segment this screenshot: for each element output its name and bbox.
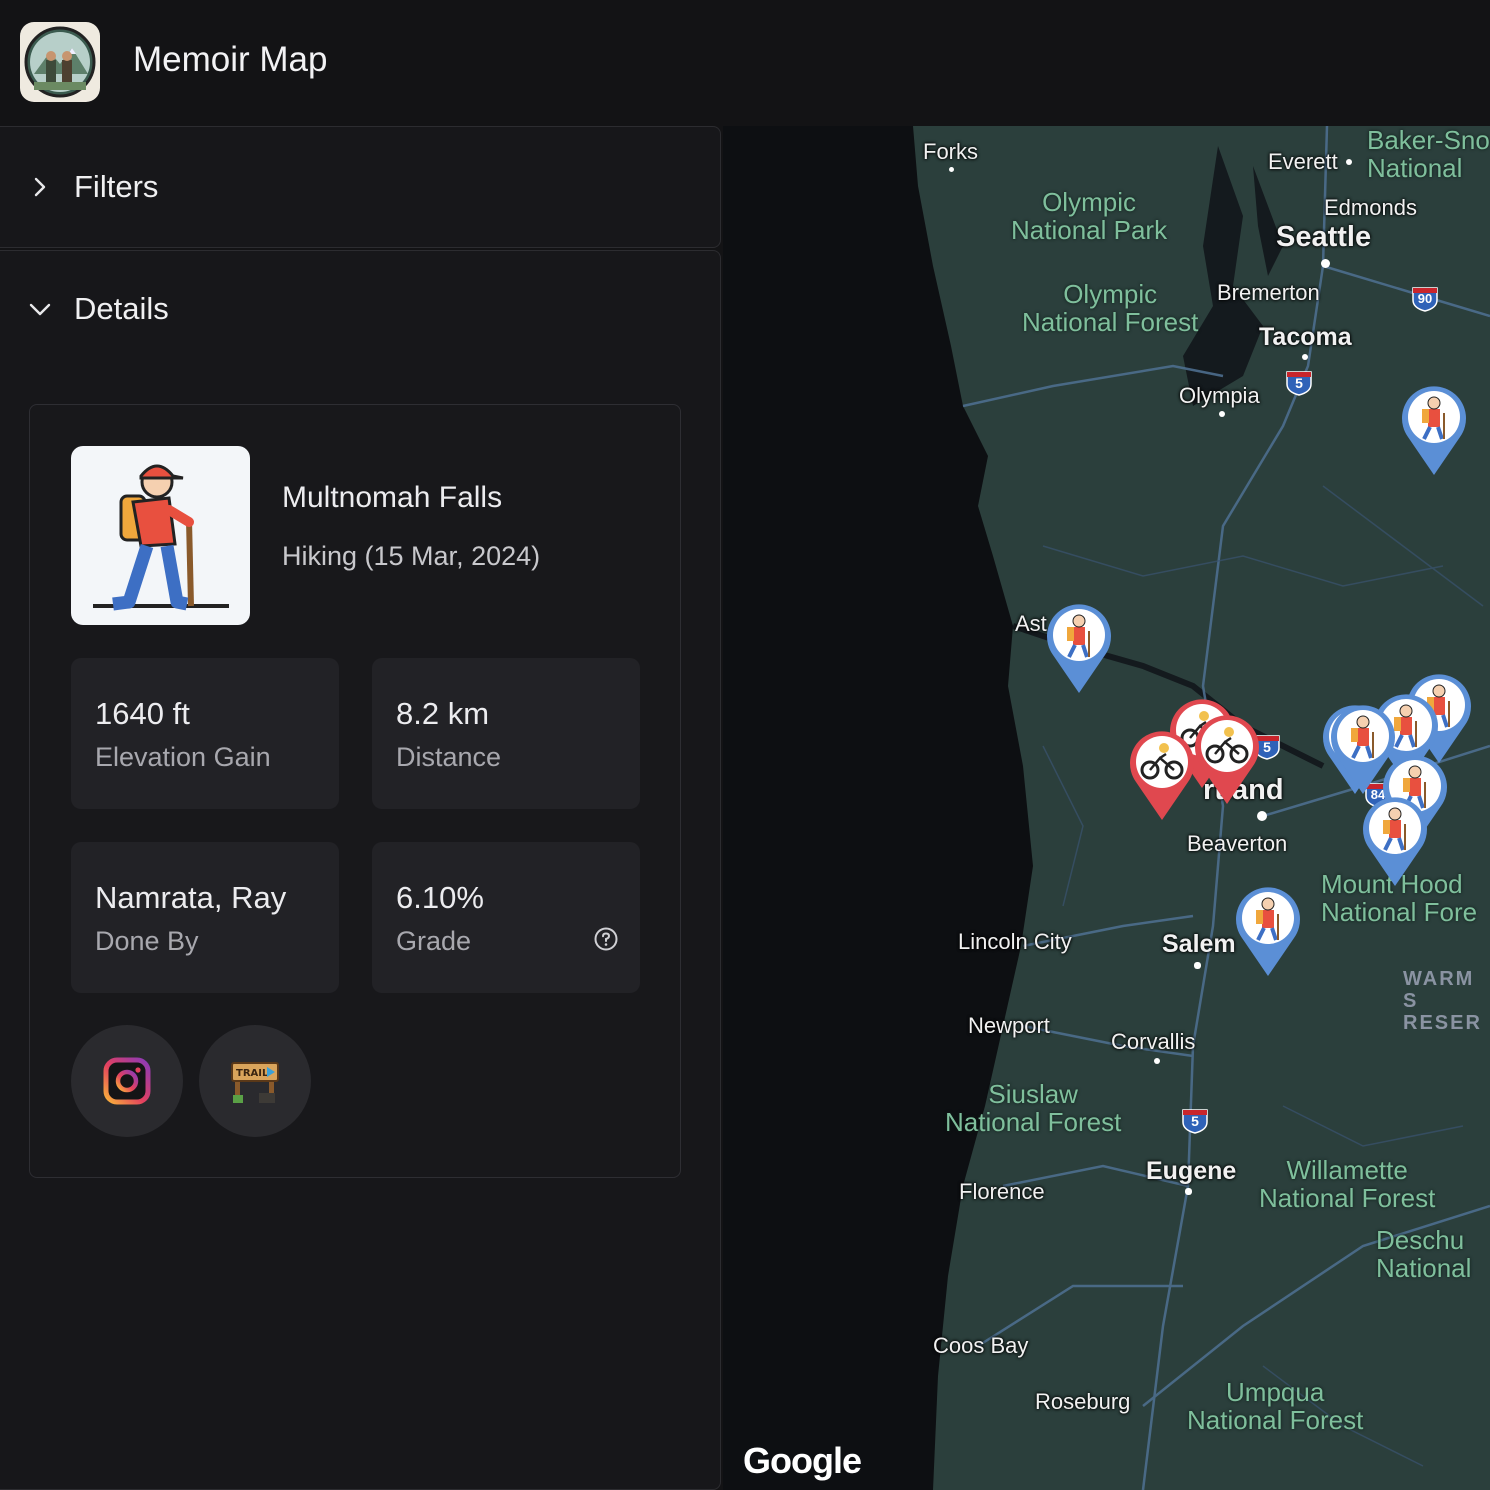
highway-number: 90 <box>1417 291 1433 306</box>
place-florence: Florence <box>959 1179 1045 1204</box>
instagram-icon <box>103 1057 151 1105</box>
place-coos-bay: Coos Bay <box>933 1333 1029 1358</box>
place-salem: Salem <box>1162 930 1236 958</box>
park-label-text: Olympic National Forest <box>1022 279 1199 337</box>
place-corvallis: Corvallis <box>1111 1029 1196 1054</box>
hiking-map-pin[interactable] <box>1361 796 1429 888</box>
place-dot <box>1185 1188 1192 1195</box>
reservation-label: WARM S RESER <box>1403 968 1490 1034</box>
place-beaverton: Beaverton <box>1187 831 1288 856</box>
highway-number: 5 <box>1295 375 1303 391</box>
place-lincoln-city: Lincoln City <box>958 929 1072 954</box>
stat-value: 6.10% <box>396 880 484 915</box>
app-header: Memoir Map <box>0 0 1490 126</box>
place-tacoma: Tacoma <box>1259 323 1352 351</box>
activity-name: Multnomah Falls <box>282 481 503 514</box>
chevron-down-icon <box>28 297 52 321</box>
highway-shield: 5 <box>1181 1106 1208 1134</box>
details-panel: Details Multnomah Falls Hiking (15 Mar, … <box>0 250 721 1490</box>
place-astoria: Ast <box>1015 611 1047 636</box>
help-circle-icon[interactable] <box>594 927 618 951</box>
park-label-umpqua: Umpqua National Forest <box>1187 1378 1363 1434</box>
biking-map-pin[interactable] <box>1128 730 1196 822</box>
place-roseburg: Roseburg <box>1035 1389 1131 1414</box>
stat-label: Grade <box>396 926 472 956</box>
place-dot <box>949 167 954 172</box>
filters-toggle[interactable]: Filters <box>28 169 158 205</box>
filters-label: Filters <box>74 169 159 204</box>
trail-sign-icon: TRAIL <box>231 1062 279 1103</box>
place-everett: Everett <box>1268 149 1338 174</box>
trail-link-button[interactable]: TRAIL <box>199 1025 311 1137</box>
highway-shield: 90 <box>1411 284 1438 312</box>
park-label-olympic-np: Olympic National Park <box>1011 188 1167 244</box>
details-toggle[interactable]: Details <box>28 291 169 327</box>
hiker-icon <box>71 446 250 625</box>
sidebar: Filters Details Multnomah Falls Hiking (… <box>0 126 723 1490</box>
highway-number: 5 <box>1191 1113 1199 1129</box>
place-dot <box>1219 411 1225 417</box>
park-label-text: Siuslaw National Forest <box>945 1079 1122 1137</box>
stat-done-by: Namrata, Ray Done By <box>71 842 339 993</box>
details-label: Details <box>74 291 169 326</box>
stat-value: Namrata, Ray <box>95 880 287 915</box>
svg-text:TRAIL: TRAIL <box>236 1068 269 1079</box>
park-label-siuslaw: Siuslaw National Forest <box>945 1080 1121 1136</box>
chevron-right-icon <box>28 175 52 199</box>
hiking-map-pin[interactable] <box>1234 886 1302 978</box>
hiking-map-pin[interactable] <box>1045 603 1113 695</box>
stat-elevation-gain: 1640 ft Elevation Gain <box>71 658 339 809</box>
park-label-text: Olympic National Park <box>1011 187 1168 245</box>
app-logo <box>20 22 100 102</box>
park-label-text: Baker-Sno National <box>1367 126 1490 183</box>
place-olympia: Olympia <box>1179 383 1260 408</box>
park-label-baker: Baker-Sno National <box>1367 126 1490 182</box>
stat-label: Done By <box>95 926 199 956</box>
place-dot <box>1302 354 1308 360</box>
stat-value: 8.2 km <box>396 696 490 731</box>
highway-shield: 5 <box>1285 368 1312 396</box>
stat-value: 1640 ft <box>95 696 190 731</box>
stat-grade: 6.10% Grade <box>372 842 640 993</box>
activity-card: Multnomah Falls Hiking (15 Mar, 2024) 16… <box>29 404 681 1178</box>
stat-label: Distance <box>396 742 502 772</box>
place-dot <box>1346 159 1352 165</box>
place-eugene: Eugene <box>1146 1157 1237 1185</box>
place-bremerton: Bremerton <box>1217 280 1320 305</box>
hiking-map-pin[interactable] <box>1400 385 1468 477</box>
park-label-willamette: Willamette National Forest <box>1259 1156 1435 1212</box>
place-dot <box>1321 259 1330 268</box>
park-label-deschutes: Deschu National <box>1376 1226 1471 1282</box>
place-newport: Newport <box>968 1013 1050 1038</box>
stat-distance: 8.2 km Distance <box>372 658 640 809</box>
place-edmonds: Edmonds <box>1324 195 1417 220</box>
biking-map-pin[interactable] <box>1193 714 1261 806</box>
park-label-text: Willamette National Forest <box>1259 1155 1436 1213</box>
filters-panel: Filters <box>0 126 721 248</box>
activity-subtitle: Hiking (15 Mar, 2024) <box>282 541 541 571</box>
place-forks: Forks <box>923 139 978 164</box>
park-label-text: Umpqua National Forest <box>1187 1377 1364 1435</box>
instagram-link-button[interactable] <box>71 1025 183 1137</box>
place-dot <box>1154 1058 1160 1064</box>
place-seattle: Seattle <box>1276 221 1372 253</box>
place-dot <box>1257 811 1267 821</box>
stat-label: Elevation Gain <box>95 742 271 772</box>
google-attribution: Google <box>743 1440 862 1481</box>
map-view[interactable]: Olympic National Park Olympic National F… <box>723 126 1490 1490</box>
place-dot <box>1194 962 1201 969</box>
park-label-text: Deschu National <box>1376 1225 1472 1283</box>
app-title: Memoir Map <box>133 40 328 79</box>
reservation-label-text: WARM S RESER <box>1403 968 1482 1034</box>
park-label-olympic-nf: Olympic National Forest <box>1022 280 1198 336</box>
